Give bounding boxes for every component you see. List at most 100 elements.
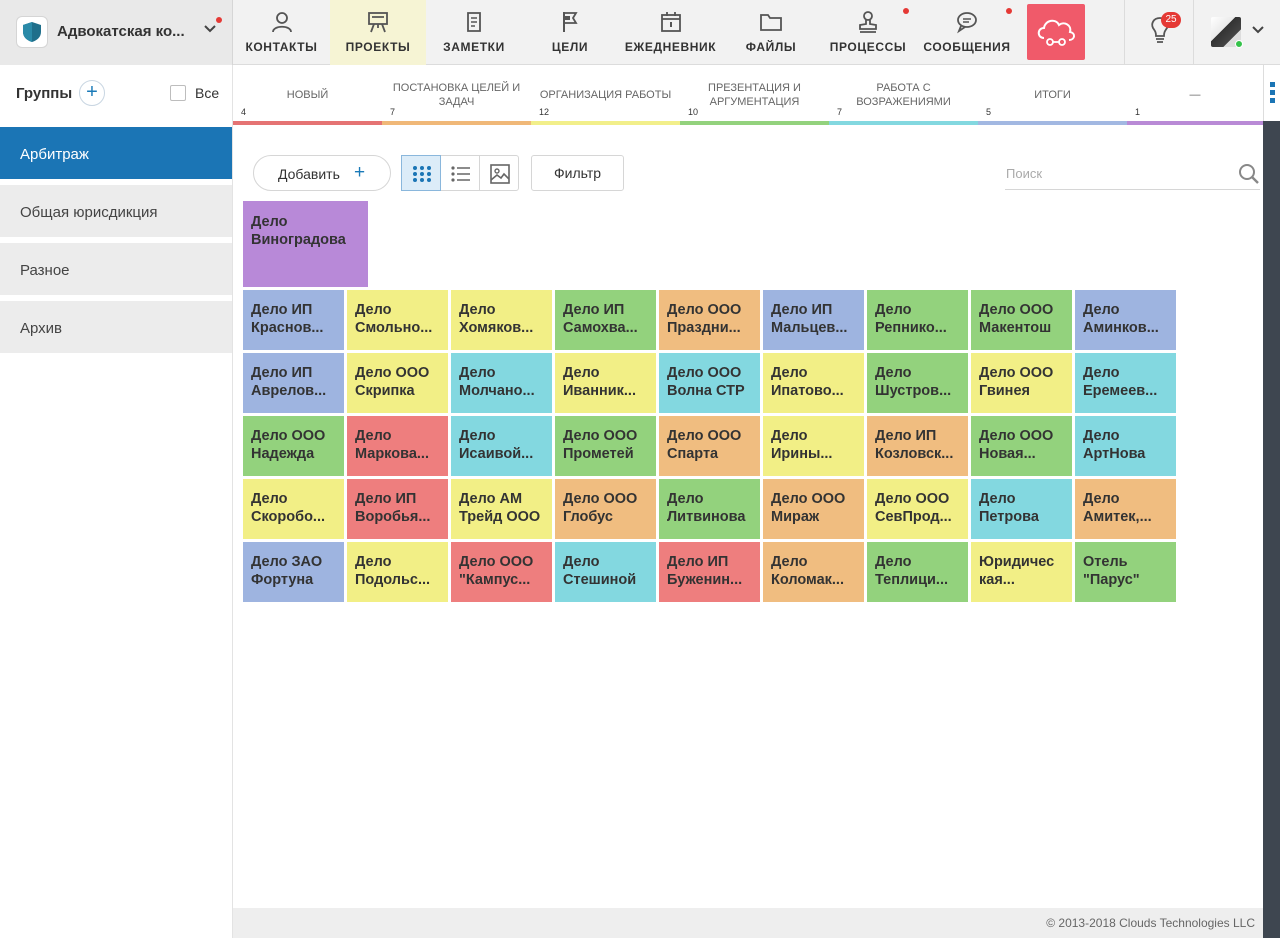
company-name[interactable]: Адвокатская ко... <box>57 23 192 40</box>
nav-projects[interactable]: ПРОЕКТЫ <box>330 0 426 65</box>
project-tile[interactable]: Дело ИП Краснов... <box>243 290 344 350</box>
tiles-view-button[interactable] <box>401 155 441 191</box>
nav-goals[interactable]: ЦЕЛИ <box>522 0 618 65</box>
group-item-archive[interactable]: Архив <box>0 301 232 353</box>
nav-planner[interactable]: ЕЖЕДНЕВНИК <box>618 0 723 65</box>
nav-processes[interactable]: ПРОЦЕССЫ <box>819 0 917 65</box>
project-tile[interactable]: Дело АМ Трейд ООО <box>451 479 552 539</box>
stage-column[interactable]: ПРЕЗЕНТАЦИЯ И АРГУМЕНТАЦИЯ 10 <box>680 65 829 125</box>
project-tile[interactable]: Дело ИП Буженин... <box>659 542 760 602</box>
project-tile[interactable]: Дело Виноградова <box>243 201 368 287</box>
project-tile[interactable]: Дело ООО Глобус <box>555 479 656 539</box>
project-title-line2: Исаивой... <box>459 446 534 462</box>
user-menu[interactable] <box>1194 0 1280 65</box>
nav-messages[interactable]: СООБЩЕНИЯ <box>917 0 1017 65</box>
notification-dot <box>1006 8 1012 14</box>
project-tile[interactable]: Дело Смольно... <box>347 290 448 350</box>
stage-color-bar <box>382 121 531 125</box>
project-title-line1: Дело <box>355 554 392 570</box>
project-tile[interactable]: Дело ИП Самохва... <box>555 290 656 350</box>
project-tile[interactable]: Дело ООО Новая... <box>971 416 1072 476</box>
project-tile[interactable]: Дело Аминков... <box>1075 290 1176 350</box>
project-tile[interactable]: Дело Еремеев... <box>1075 353 1176 413</box>
project-tile[interactable]: Дело ООО Мираж <box>763 479 864 539</box>
stage-column[interactable]: —1 <box>1127 65 1263 125</box>
project-tile[interactable]: Дело Коломак... <box>763 542 864 602</box>
project-tile[interactable]: Юридичес кая... <box>971 542 1072 602</box>
project-tile[interactable]: Дело Теплици... <box>867 542 968 602</box>
add-project-button[interactable]: Добавить + <box>253 155 391 191</box>
group-item-general-jurisdiction[interactable]: Общая юрисдикция <box>0 185 232 237</box>
group-item-arbitration[interactable]: Арбитраж <box>0 127 232 179</box>
search-input[interactable] <box>1005 158 1260 190</box>
project-tile[interactable]: Дело ИП Козловск... <box>867 416 968 476</box>
project-tile[interactable]: Дело ИП Мальцев... <box>763 290 864 350</box>
project-title-line1: Дело <box>875 302 912 318</box>
project-tile[interactable]: Отель "Парус" <box>1075 542 1176 602</box>
project-tile[interactable]: Дело Литвинова <box>659 479 760 539</box>
stage-column[interactable]: НОВЫЙ 4 <box>233 65 382 125</box>
project-tile[interactable]: Дело ИП Воробья... <box>347 479 448 539</box>
project-title-line1: Дело ИП <box>563 302 625 318</box>
stage-count: 1 <box>1135 107 1141 117</box>
project-title-line1: Дело ИП <box>355 491 417 507</box>
project-tile[interactable]: Дело Хомяков... <box>451 290 552 350</box>
user-icon <box>271 12 292 33</box>
project-tile[interactable]: Дело Репнико... <box>867 290 968 350</box>
project-tile[interactable]: Дело ИП Аврелов... <box>243 353 344 413</box>
project-tile[interactable]: Дело ЗАО Фортуна <box>243 542 344 602</box>
project-tile[interactable]: Дело ООО Макентош <box>971 290 1072 350</box>
project-tile[interactable]: Дело ООО Спарта <box>659 416 760 476</box>
project-title-line1: Дело <box>355 428 392 444</box>
project-tile[interactable]: Дело ООО Скрипка <box>347 353 448 413</box>
project-tile[interactable]: Дело АртНова <box>1075 416 1176 476</box>
list-view-button[interactable] <box>441 156 480 190</box>
stage-column[interactable]: ОРГАНИЗАЦИЯ РАБОТЫ 12 <box>531 65 680 125</box>
nav-files[interactable]: ФАЙЛЫ <box>723 0 819 65</box>
notifications-button[interactable]: 25 <box>1124 0 1194 65</box>
project-tile[interactable]: Дело ООО Прометей <box>555 416 656 476</box>
project-tile[interactable]: Дело ООО Надежда <box>243 416 344 476</box>
company-switcher[interactable]: Адвокатская ко... <box>0 0 233 65</box>
all-groups-label[interactable]: Все <box>195 85 219 101</box>
project-tile[interactable]: Дело Молчано... <box>451 353 552 413</box>
project-tile[interactable]: Дело Маркова... <box>347 416 448 476</box>
project-tile[interactable]: Дело ООО Гвинея <box>971 353 1072 413</box>
project-tile[interactable]: Дело Подольс... <box>347 542 448 602</box>
stage-column[interactable]: ПОСТАНОВКА ЦЕЛЕЙ И ЗАДАЧ 7 <box>382 65 531 125</box>
project-tile[interactable]: Дело Петрова <box>971 479 1072 539</box>
project-tile[interactable]: Дело ООО Волна СТР <box>659 353 760 413</box>
chevron-down-icon[interactable] <box>1251 25 1265 35</box>
project-tile[interactable]: Дело ООО СевПрод... <box>867 479 968 539</box>
nav-notes[interactable]: ЗАМЕТКИ <box>426 0 522 65</box>
project-tile[interactable]: Дело Ипатово... <box>763 353 864 413</box>
project-tile[interactable]: Дело Амитек,... <box>1075 479 1176 539</box>
stage-column[interactable]: РАБОТА С ВОЗРАЖЕНИЯМИ 7 <box>829 65 978 125</box>
search-icon[interactable] <box>1238 163 1260 185</box>
all-groups-checkbox[interactable] <box>170 85 186 101</box>
project-tile[interactable]: Дело Шустров... <box>867 353 968 413</box>
nav-contacts[interactable]: КОНТАКТЫ <box>233 0 330 65</box>
stage-column[interactable]: ИТОГИ 5 <box>978 65 1127 125</box>
filter-button[interactable]: Фильтр <box>531 155 624 191</box>
stage-color-bar <box>531 121 680 125</box>
group-item-misc[interactable]: Разное <box>0 243 232 295</box>
project-tile[interactable]: Дело ООО "Кампус... <box>451 542 552 602</box>
project-tile[interactable]: Дело ООО Праздни... <box>659 290 760 350</box>
project-title-line1: Дело ООО <box>251 428 326 444</box>
chevron-down-icon[interactable] <box>203 24 217 34</box>
project-title-line1: Дело ООО <box>771 491 846 507</box>
project-title-line2: Новая... <box>979 446 1036 462</box>
project-tile[interactable]: Дело Ирины... <box>763 416 864 476</box>
project-title-line2: Маркова... <box>355 446 429 462</box>
project-tile[interactable]: Дело Стешиной <box>555 542 656 602</box>
project-title-line1: Дело <box>563 554 600 570</box>
cloud-button[interactable] <box>1027 4 1085 60</box>
stage-menu-button[interactable] <box>1263 65 1280 121</box>
project-tile[interactable]: Дело Исаивой... <box>451 416 552 476</box>
add-group-button[interactable]: + <box>79 80 105 106</box>
scrollbar[interactable] <box>1263 65 1280 938</box>
project-tile[interactable]: Дело Скоробо... <box>243 479 344 539</box>
project-tile[interactable]: Дело Иванник... <box>555 353 656 413</box>
image-view-button[interactable] <box>480 156 519 190</box>
